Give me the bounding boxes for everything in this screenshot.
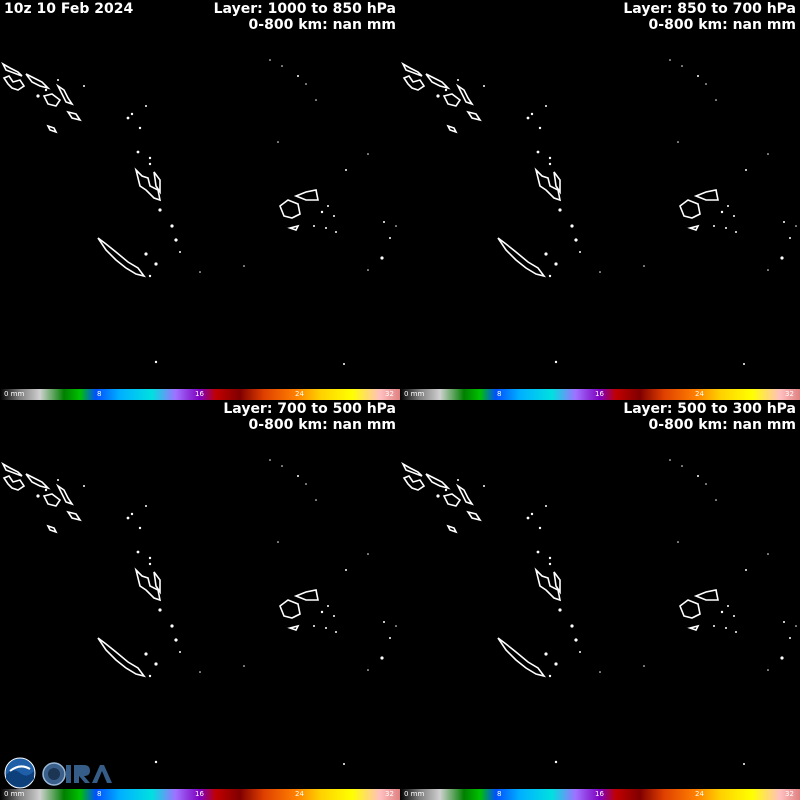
panel-500-300: Layer: 500 to 300 hPa 0-800 km: nan mm 0… <box>400 400 800 800</box>
coastline-map <box>2 459 397 765</box>
colorbar-tick-16: 16 <box>195 790 204 798</box>
panel-700-500: Layer: 700 to 500 hPa 0-800 km: nan mm 0… <box>0 400 400 800</box>
colorbar-tick-0: 0 mm <box>404 790 425 798</box>
colorbar-tick-16: 16 <box>195 390 204 398</box>
panel-1000-850: 10z 10 Feb 2024 Layer: 1000 to 850 hPa 0… <box>0 0 400 400</box>
summary-label: 0-800 km: nan mm <box>648 17 796 33</box>
colorbar-tick-24: 24 <box>695 390 704 398</box>
layer-label: Layer: 1000 to 850 hPa <box>213 1 396 17</box>
colorbar-tick-0: 0 mm <box>4 390 25 398</box>
colorbar-tick-24: 24 <box>695 790 704 798</box>
colorbar-tick-0: 0 mm <box>4 790 25 798</box>
colorbar-tick-32: 32 <box>785 390 794 398</box>
cira-logo <box>42 762 112 786</box>
colorbar-tick-8: 8 <box>497 790 502 798</box>
noaa-logo <box>4 757 36 789</box>
layer-label: Layer: 850 to 700 hPa <box>623 1 796 17</box>
summary-label: 0-800 km: nan mm <box>248 417 396 433</box>
colorbar-tick-32: 32 <box>385 790 394 798</box>
colorbar-tick-8: 8 <box>97 390 102 398</box>
layer-label: Layer: 700 to 500 hPa <box>223 401 396 417</box>
colorbar-tick-24: 24 <box>295 390 304 398</box>
coastline-map <box>2 59 397 365</box>
coastline-map <box>402 459 797 765</box>
summary-label: 0-800 km: nan mm <box>248 17 396 33</box>
colorbar-tick-0: 0 mm <box>404 390 425 398</box>
colorbar-tick-8: 8 <box>497 390 502 398</box>
summary-label: 0-800 km: nan mm <box>648 417 796 433</box>
layer-label: Layer: 500 to 300 hPa <box>623 401 796 417</box>
colorbar-tick-16: 16 <box>595 390 604 398</box>
colorbar-tick-16: 16 <box>595 790 604 798</box>
coastline-map <box>402 59 797 365</box>
panel-850-700: Layer: 850 to 700 hPa 0-800 km: nan mm 0… <box>400 0 800 400</box>
datetime-label: 10z 10 Feb 2024 <box>4 1 134 17</box>
colorbar-tick-32: 32 <box>385 390 394 398</box>
colorbar-tick-8: 8 <box>97 790 102 798</box>
colorbar-tick-32: 32 <box>785 790 794 798</box>
logos <box>4 757 112 789</box>
colorbar-tick-24: 24 <box>295 790 304 798</box>
